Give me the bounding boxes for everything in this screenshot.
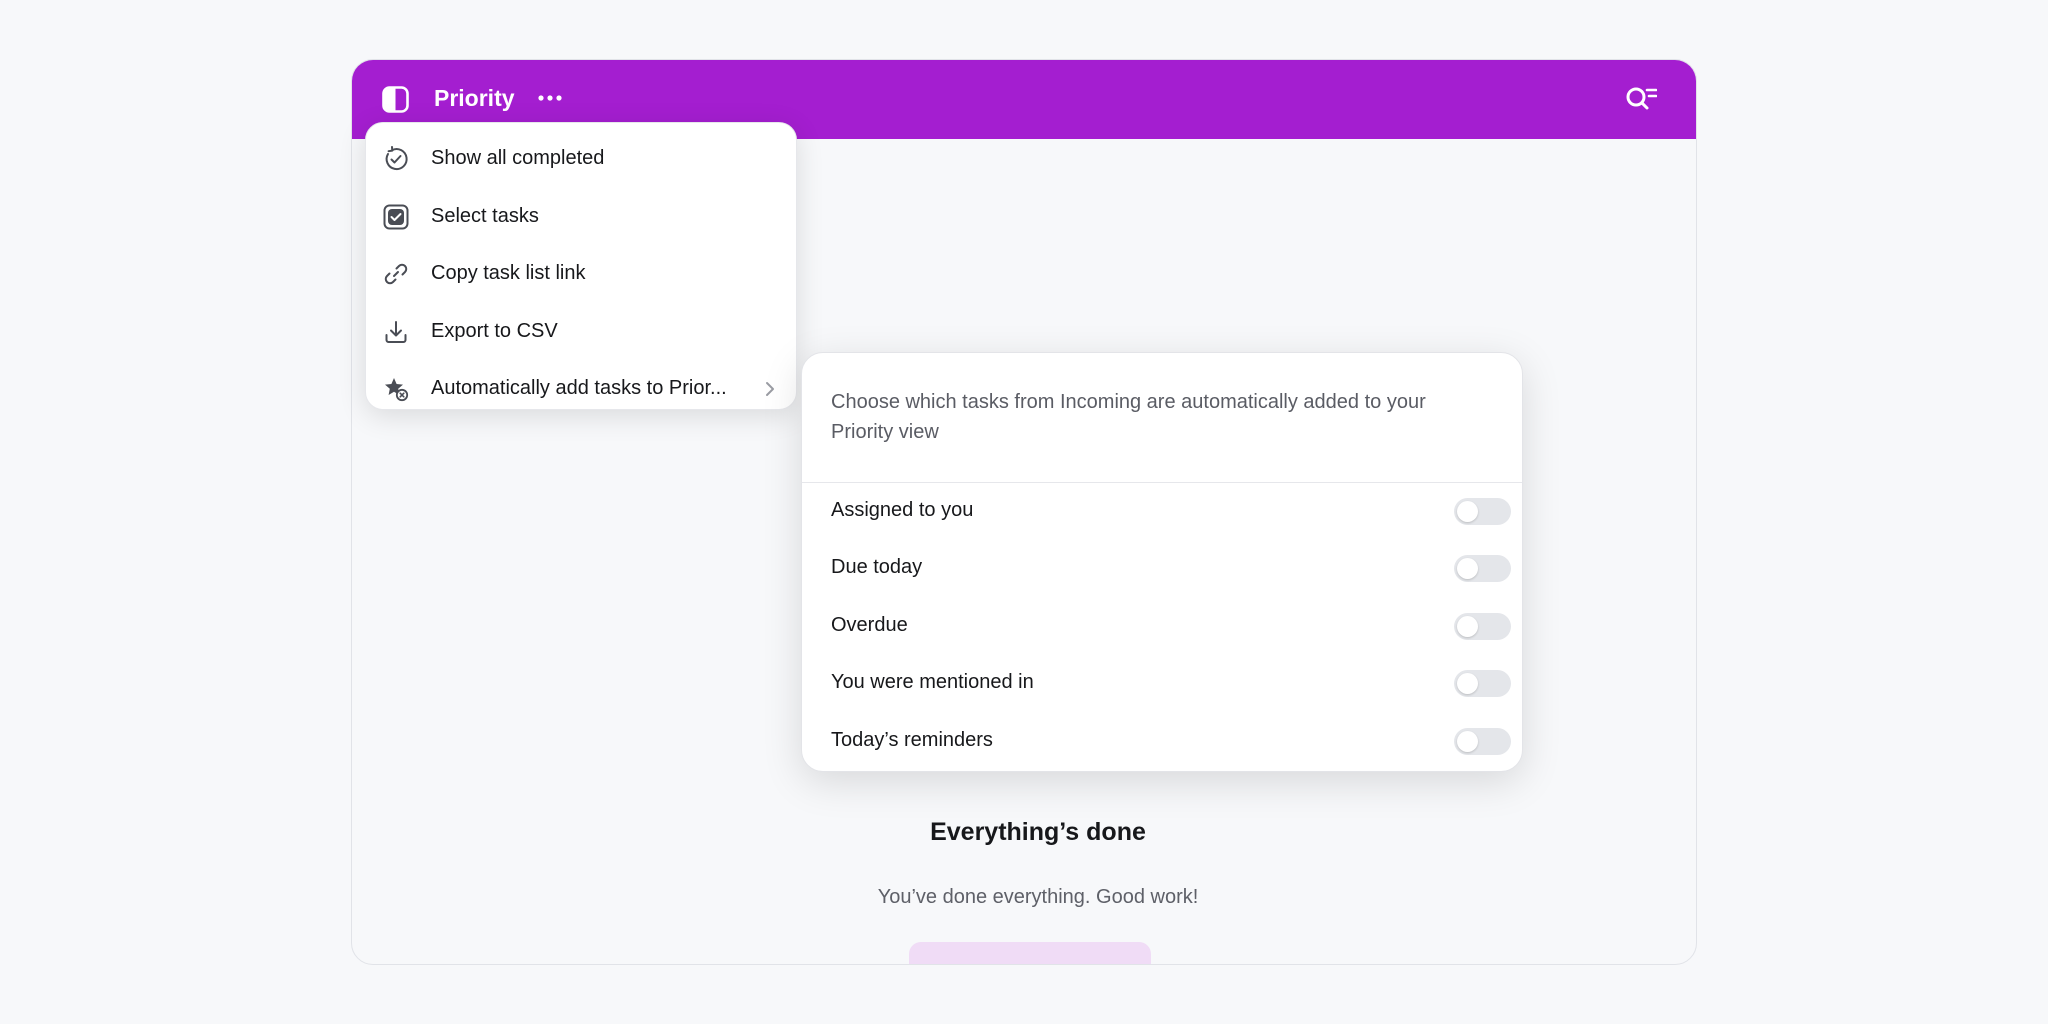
menu-item-label: Show all completed xyxy=(431,147,605,170)
toggle-todays-reminders[interactable] xyxy=(1454,728,1511,755)
option-label: Overdue xyxy=(831,614,908,636)
toggle-assigned-to-you[interactable] xyxy=(1454,498,1511,525)
go-to-incoming-button[interactable]: GO TO MY INCOMING xyxy=(909,942,1151,964)
sidebar-toggle-icon[interactable] xyxy=(380,84,410,114)
toggle-knob xyxy=(1457,673,1478,694)
more-options-icon[interactable] xyxy=(532,82,568,114)
menu-item-select-tasks[interactable]: Select tasks xyxy=(366,188,796,246)
star-auto-icon xyxy=(382,375,410,403)
menu-item-export-csv[interactable]: Export to CSV xyxy=(366,303,796,361)
empty-state-subtitle: You’ve done everything. Good work! xyxy=(877,886,1199,908)
menu-item-auto-add[interactable]: Automatically add tasks to Prior... xyxy=(366,360,796,418)
option-overdue[interactable]: Overdue xyxy=(802,598,1522,655)
options-menu: Show all completed Select tasks Copy tas… xyxy=(365,122,797,410)
search-filter-icon[interactable] xyxy=(1624,82,1658,116)
completed-history-icon xyxy=(382,145,410,173)
option-todays-reminders[interactable]: Today’s reminders xyxy=(802,713,1522,770)
download-icon xyxy=(382,318,410,346)
toggle-knob xyxy=(1457,558,1478,579)
menu-item-label: Automatically add tasks to Prior... xyxy=(431,377,727,400)
menu-item-label: Copy task list link xyxy=(431,262,586,285)
toggle-knob xyxy=(1457,501,1478,522)
menu-item-label: Select tasks xyxy=(431,204,539,227)
empty-state-title: Everything’s done xyxy=(930,818,1146,846)
link-icon xyxy=(382,260,410,288)
menu-item-show-all-completed[interactable]: Show all completed xyxy=(366,130,796,188)
checkbox-icon xyxy=(382,203,410,231)
toggle-knob xyxy=(1457,731,1478,752)
toggle-overdue[interactable] xyxy=(1454,613,1511,640)
toggle-due-today[interactable] xyxy=(1454,555,1511,582)
menu-item-copy-link[interactable]: Copy task list link xyxy=(366,245,796,303)
chevron-right-icon xyxy=(762,380,778,398)
toggle-knob xyxy=(1457,616,1478,637)
option-mentioned[interactable]: You were mentioned in xyxy=(802,655,1522,712)
option-label: Today’s reminders xyxy=(831,729,993,751)
page-title: Priority xyxy=(434,85,515,111)
option-label: You were mentioned in xyxy=(831,671,1034,693)
option-label: Assigned to you xyxy=(831,499,974,521)
option-due-today[interactable]: Due today xyxy=(802,540,1522,597)
option-label: Due today xyxy=(831,556,923,578)
option-assigned-to-you[interactable]: Assigned to you xyxy=(802,483,1522,540)
toggle-mentioned[interactable] xyxy=(1454,670,1511,697)
auto-add-submenu: Choose which tasks from Incoming are aut… xyxy=(801,352,1523,772)
submenu-description: Choose which tasks from Incoming are aut… xyxy=(831,391,1426,443)
menu-item-label: Export to CSV xyxy=(431,319,558,342)
